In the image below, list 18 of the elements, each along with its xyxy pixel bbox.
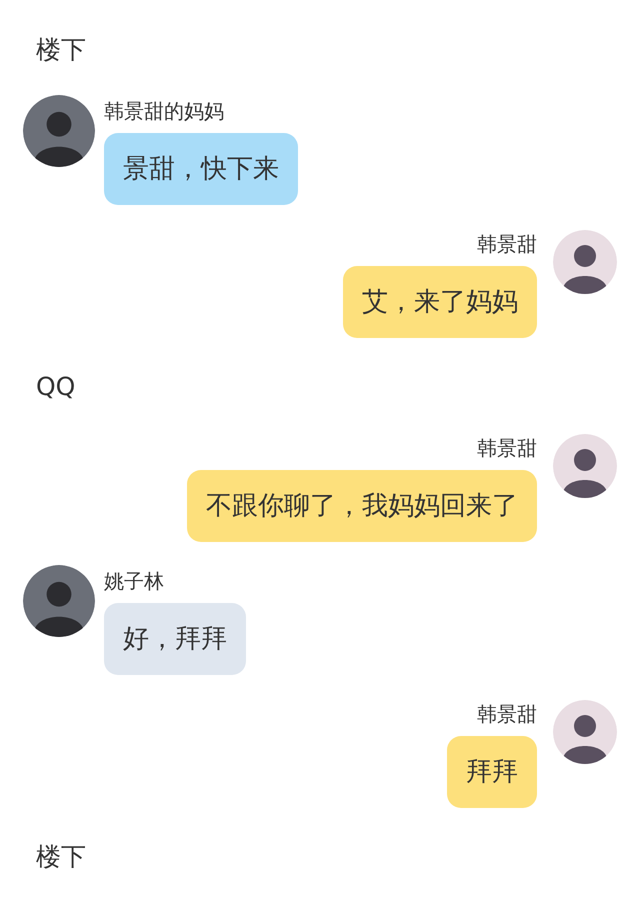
message-bubble: 景甜，快下来 [104, 133, 298, 205]
sender-name: 韩景甜 [477, 436, 537, 460]
message-bubble: 不跟你聊了，我妈妈回来了 [187, 470, 537, 542]
sender-name: 姚子林 [104, 569, 164, 593]
avatar [23, 95, 95, 167]
sender-name: 韩景甜 [477, 702, 537, 726]
avatar [553, 434, 617, 498]
avatar [553, 700, 617, 764]
scene-heading: 楼下 [36, 841, 86, 874]
scene-heading: 楼下 [36, 34, 86, 66]
sender-name: 韩景甜 [477, 232, 537, 256]
scene-heading: QQ [36, 371, 76, 404]
message-bubble: 拜拜 [447, 736, 537, 808]
message-bubble: 艾，来了妈妈 [343, 266, 537, 338]
avatar [553, 230, 617, 294]
avatar [23, 565, 95, 637]
message-bubble: 好，拜拜 [104, 603, 246, 675]
sender-name: 韩景甜的妈妈 [104, 99, 224, 123]
